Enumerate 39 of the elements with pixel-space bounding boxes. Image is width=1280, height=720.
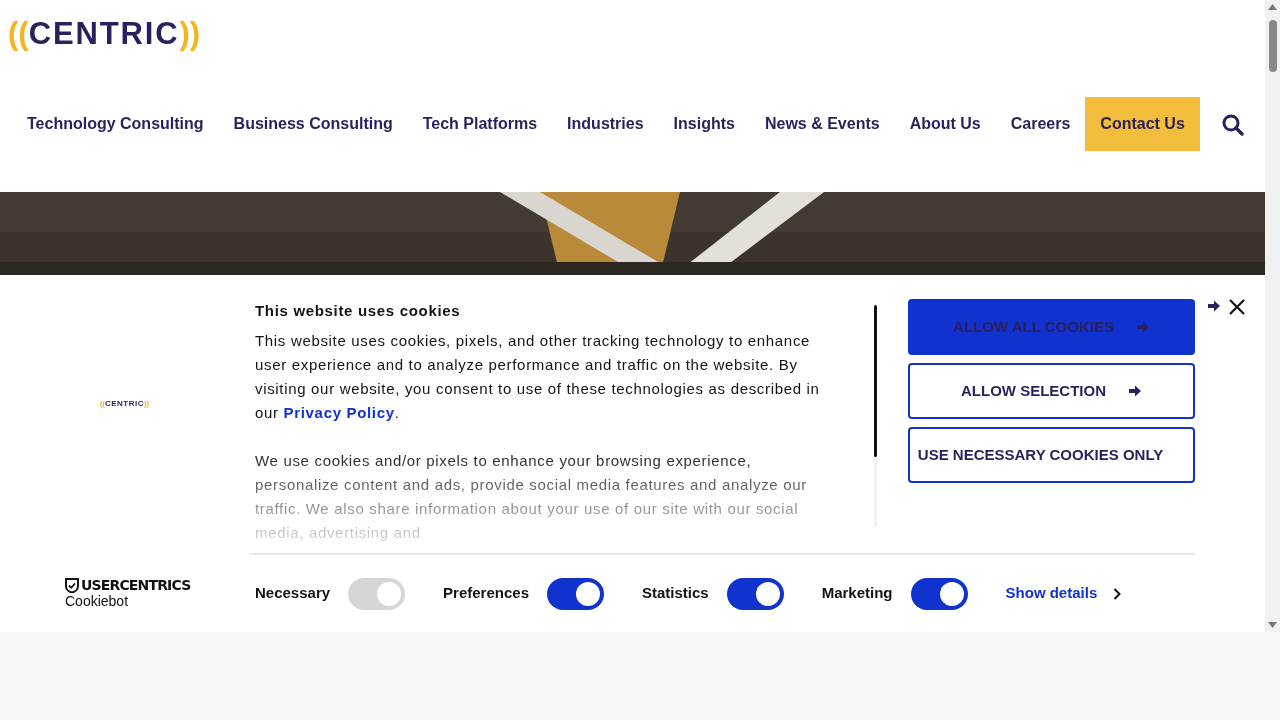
- text-scrollbar[interactable]: [874, 305, 877, 527]
- show-details-link[interactable]: Show details: [1005, 582, 1122, 605]
- toggle-switch[interactable]: [547, 577, 604, 610]
- nav-link[interactable]: Business Consulting: [218, 97, 408, 151]
- chevron-icon: [1113, 587, 1122, 600]
- toggle-switch[interactable]: [910, 577, 968, 610]
- nav-link[interactable]: News & Events: [749, 97, 895, 151]
- scrollbar-thumb[interactable]: [874, 305, 877, 457]
- cookie-title: This website uses cookies: [255, 301, 462, 321]
- search-icon[interactable]: [1221, 113, 1244, 136]
- shield-icon: [65, 577, 79, 593]
- scroll-down-icon[interactable]: [1268, 622, 1277, 628]
- logo[interactable]: ((CENTRIC)): [8, 18, 201, 49]
- arrow-icon: [1135, 320, 1150, 334]
- arrow-icon: [1128, 384, 1142, 398]
- scrollbar[interactable]: [1265, 0, 1280, 632]
- nav-link[interactable]: Insights: [658, 97, 750, 151]
- contact-button[interactable]: Contact Us: [1085, 97, 1200, 151]
- toggle-label: Marketing: [821, 583, 893, 604]
- nav-link[interactable]: Tech Platforms: [407, 97, 553, 151]
- consent-button[interactable]: USE NECESSARY COOKIES ONLY: [908, 427, 1195, 483]
- nav-link[interactable]: Technology Consulting: [12, 97, 219, 151]
- toggle-label: Statistics: [642, 583, 709, 604]
- close-icon[interactable]: [1229, 299, 1245, 315]
- toggle-label: Preferences: [443, 583, 529, 604]
- consent-text: This website uses cookies, pixels, and other tracking technology to enhance user experience and to analyze performance and traffic on the website. By visiting our website, you consent to use of these technologies as described in our Privacy Policy.: [255, 331, 821, 423]
- scrollbar-thumb[interactable]: [1268, 20, 1277, 72]
- logo[interactable]: ((CENTRIC)): [99, 400, 150, 408]
- arrow-icon: [1207, 299, 1221, 313]
- scroll-up-icon[interactable]: [1268, 4, 1277, 10]
- toggle-switch[interactable]: [726, 577, 784, 610]
- brand-name: USERCENTRICS: [81, 578, 191, 592]
- consent-button[interactable]: ALLOW SELECTION: [908, 363, 1195, 419]
- product-name: Cookiebot: [65, 593, 130, 608]
- nav-link[interactable]: Industries: [552, 97, 659, 151]
- privacy-policy-link[interactable]: Privacy Policy: [283, 404, 395, 421]
- toggle-label: Necessary: [255, 583, 331, 604]
- nav-link[interactable]: About Us: [894, 97, 996, 151]
- nav-link[interactable]: Careers: [995, 97, 1086, 151]
